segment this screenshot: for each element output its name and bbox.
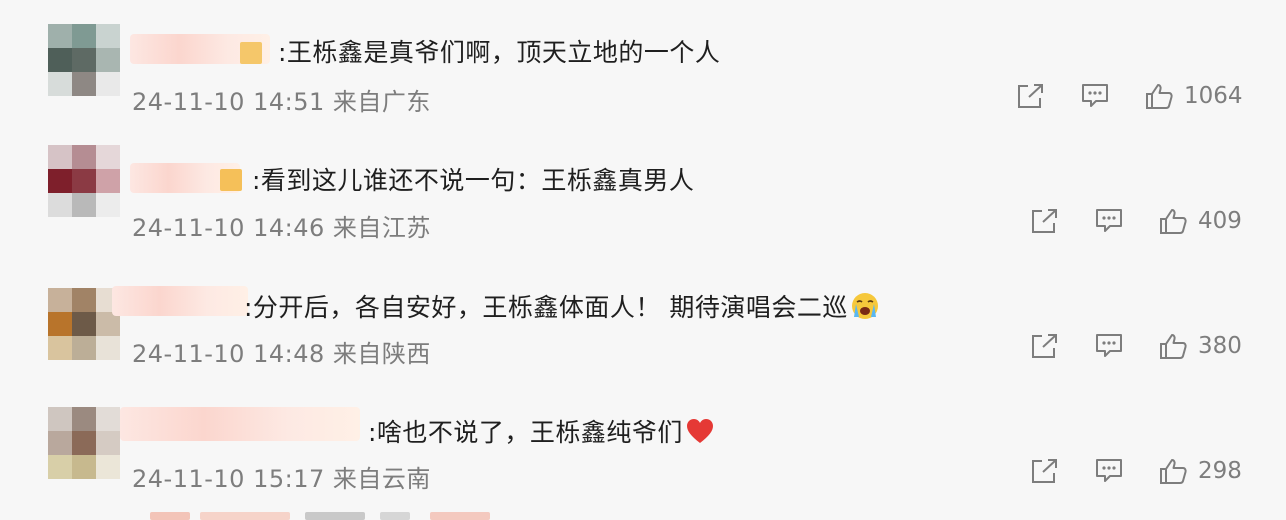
comment-icon [1082, 84, 1108, 107]
loudly-crying-face-emoji [850, 291, 880, 327]
comment-location: 来自陕西 [332, 340, 431, 368]
comment-item: :王栎鑫是真爷们啊，顶天立地的一个人 24-11-10 14:51 来自广东 1… [0, 0, 1286, 125]
avatar[interactable] [48, 24, 120, 96]
username-blurred[interactable] [120, 407, 360, 441]
comment-text: :王栎鑫是真爷们啊，顶天立地的一个人 [278, 38, 721, 67]
comment-time: 24-11-10 14:48 [132, 340, 325, 368]
thumbs-up-icon [1146, 84, 1173, 109]
comment-time: 24-11-10 14:51 [132, 88, 325, 116]
comment-location: 来自江苏 [332, 214, 431, 242]
share-button[interactable] [1030, 332, 1060, 360]
comment-time: 24-11-10 14:46 [132, 214, 325, 242]
comment-item: :分开后，各自安好，王栎鑫体面人！ 期待演唱会二巡 24-11-10 14:48… [0, 250, 1286, 375]
thumbs-up-icon [1160, 459, 1187, 484]
share-icon [1032, 459, 1057, 483]
comment-item: :看到这儿谁还不说一句：王栎鑫真男人 24-11-10 14:46 来自江苏 4… [0, 125, 1286, 250]
like-button[interactable]: 1064 [1144, 82, 1243, 110]
share-button[interactable] [1030, 457, 1060, 485]
red-heart-emoji [685, 417, 715, 451]
share-button[interactable] [1030, 207, 1060, 235]
user-badge [220, 169, 242, 191]
share-button[interactable] [1016, 82, 1046, 110]
comment-meta: 24-11-10 14:46 来自江苏 [132, 208, 431, 243]
like-button[interactable]: 380 [1158, 332, 1242, 360]
share-icon [1018, 84, 1043, 108]
comment-text: :看到这儿谁还不说一句：王栎鑫真男人 [252, 166, 695, 195]
comment-text: :分开后，各自安好，王栎鑫体面人！ 期待演唱会二巡 [244, 288, 880, 327]
share-icon [1032, 209, 1057, 233]
like-count: 380 [1198, 333, 1242, 359]
comment-meta: 24-11-10 15:17 来自云南 [132, 459, 431, 494]
comment-icon [1096, 334, 1122, 357]
comment-text-body: :啥也不说了，王栎鑫纯爷们 [368, 418, 683, 447]
comment-time: 24-11-10 15:17 [132, 465, 325, 493]
comment-location: 来自广东 [332, 88, 431, 116]
username-blurred[interactable] [112, 286, 248, 316]
comment-location: 来自云南 [332, 465, 431, 493]
comment-meta: 24-11-10 14:51 来自广东 [132, 82, 431, 117]
comment-icon [1096, 209, 1122, 232]
like-count: 409 [1198, 208, 1242, 234]
like-button[interactable]: 298 [1158, 457, 1242, 485]
user-badge [240, 42, 262, 64]
comment-button[interactable] [1080, 82, 1110, 110]
comment-button[interactable] [1094, 332, 1124, 360]
thumbs-up-icon [1160, 334, 1187, 359]
avatar[interactable] [48, 407, 120, 479]
share-icon [1032, 334, 1057, 358]
like-button[interactable]: 409 [1158, 207, 1242, 235]
thumbs-up-icon [1160, 209, 1187, 234]
comment-item: :啥也不说了，王栎鑫纯爷们 24-11-10 15:17 来自云南 298 [0, 375, 1286, 500]
avatar[interactable] [48, 145, 120, 217]
comment-text-body: :分开后，各自安好，王栎鑫体面人！ 期待演唱会二巡 [244, 293, 848, 322]
like-count: 298 [1198, 458, 1242, 484]
comment-text: :啥也不说了，王栎鑫纯爷们 [368, 413, 715, 451]
avatar[interactable] [48, 288, 120, 360]
like-count: 1064 [1184, 83, 1243, 109]
comment-button[interactable] [1094, 207, 1124, 235]
truncated-next-comment [130, 508, 530, 520]
comment-icon [1096, 459, 1122, 482]
comment-button[interactable] [1094, 457, 1124, 485]
comment-meta: 24-11-10 14:48 来自陕西 [132, 334, 431, 369]
